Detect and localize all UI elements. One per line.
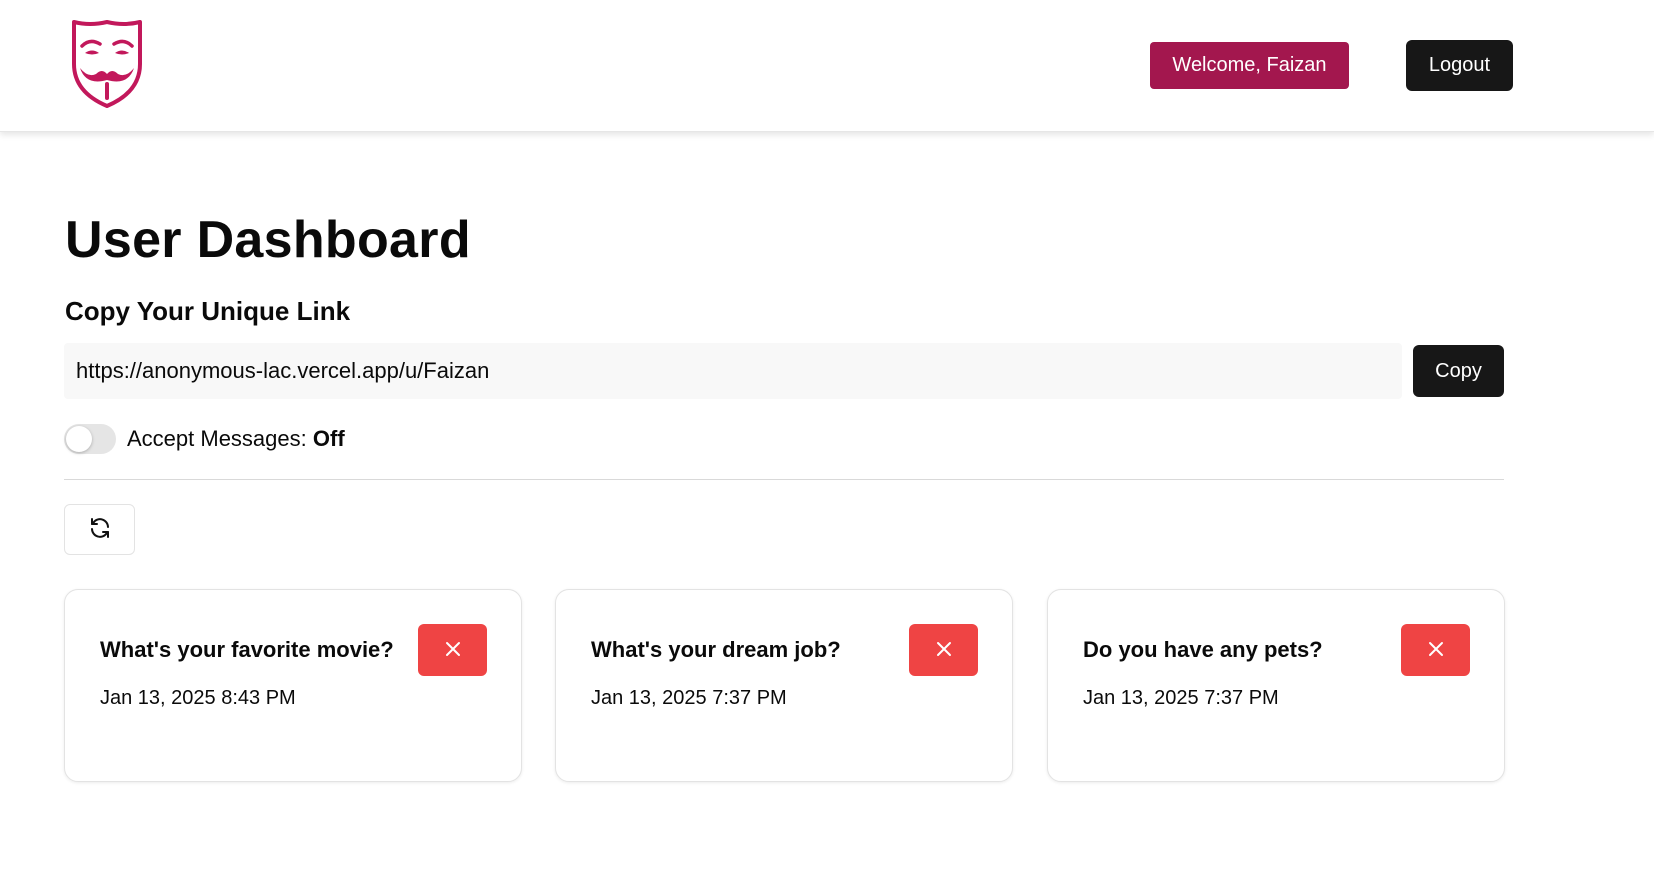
message-card: What's your favorite movie? Jan 13, 2025… (64, 589, 522, 782)
refresh-icon (88, 516, 112, 543)
unique-link-value: https://anonymous-lac.vercel.app/u/Faiza… (76, 358, 490, 383)
unique-link-field[interactable]: https://anonymous-lac.vercel.app/u/Faiza… (64, 343, 1402, 399)
copy-button[interactable]: Copy (1413, 345, 1504, 397)
top-navbar: Welcome, Faizan Logout (0, 0, 1654, 132)
message-question: Do you have any pets? (1083, 637, 1323, 662)
page-title: User Dashboard (65, 211, 471, 269)
toggle-knob (66, 426, 92, 452)
link-section-title: Copy Your Unique Link (65, 296, 351, 326)
message-date: Jan 13, 2025 7:37 PM (1083, 687, 1279, 709)
message-card: Do you have any pets? Jan 13, 2025 7:37 … (1047, 589, 1505, 782)
delete-message-button[interactable] (1401, 624, 1470, 676)
close-icon (444, 640, 462, 661)
delete-message-button[interactable] (909, 624, 978, 676)
accept-messages-text: Accept Messages: (127, 426, 313, 451)
refresh-button[interactable] (64, 504, 135, 555)
message-question: What's your favorite movie? (100, 637, 394, 662)
anonymous-mask-icon[interactable] (68, 16, 146, 112)
close-icon (1427, 640, 1445, 661)
message-card: What's your dream job? Jan 13, 2025 7:37… (555, 589, 1013, 782)
accept-messages-label: Accept Messages: Off (127, 425, 345, 453)
close-icon (935, 640, 953, 661)
delete-message-button[interactable] (418, 624, 487, 676)
accept-messages-state: Off (312, 426, 345, 451)
message-question: What's your dream job? (591, 637, 841, 662)
welcome-button[interactable]: Welcome, Faizan (1150, 42, 1349, 89)
logout-button[interactable]: Logout (1406, 40, 1513, 91)
accept-messages-toggle[interactable] (64, 424, 116, 454)
message-date: Jan 13, 2025 8:43 PM (100, 687, 296, 709)
message-date: Jan 13, 2025 7:37 PM (591, 687, 787, 709)
divider (64, 479, 1504, 480)
